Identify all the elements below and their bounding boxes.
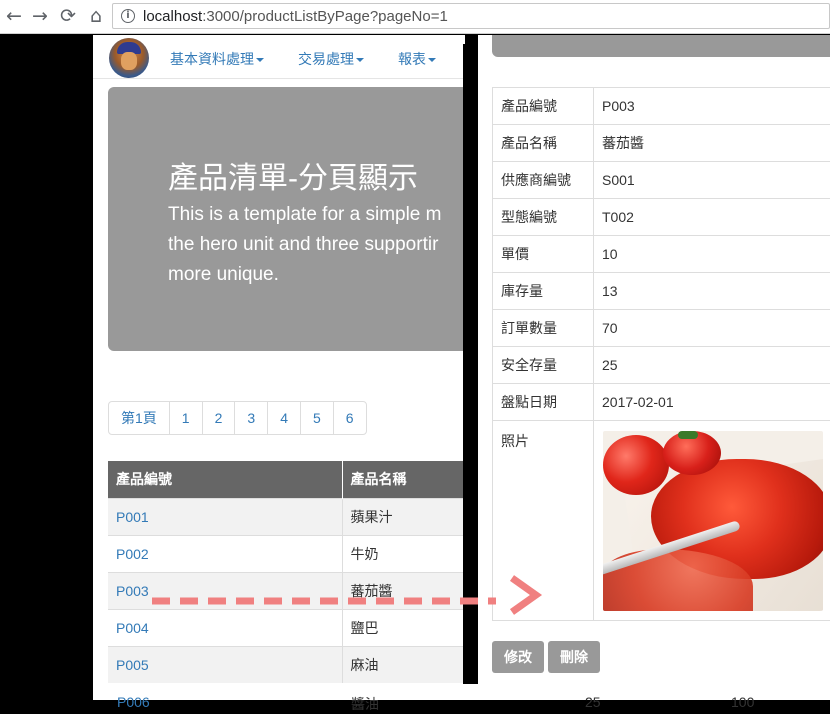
detail-value: 10 (594, 236, 830, 273)
detail-value: 70 (594, 310, 830, 347)
detail-row: 型態編號T002 (493, 199, 830, 236)
detail-value: 13 (594, 273, 830, 310)
column-header: 產品名稱 (342, 461, 465, 498)
product-id-link[interactable]: P002 (116, 546, 149, 562)
product-name-cell: 蘋果汁 (342, 498, 465, 535)
caret-down-icon (256, 58, 264, 62)
detail-value: 2017-02-01 (594, 384, 830, 421)
dashed-arrow-icon (150, 575, 550, 625)
detail-label: 安全存量 (493, 347, 594, 384)
product-id-link[interactable]: P001 (116, 509, 149, 525)
page-5[interactable]: 5 (301, 402, 334, 434)
product-id-link[interactable]: P003 (116, 583, 149, 599)
page-title: 產品清單-分頁顯示 (168, 153, 418, 197)
detail-value: T002 (594, 199, 830, 236)
detail-row: 庫存量13 (493, 273, 830, 310)
pagination: 第1頁 1 2 3 4 5 6 (108, 401, 367, 435)
table-row: P001 蘋果汁 (108, 498, 465, 535)
address-bar[interactable]: i localhost:3000/productListByPage?pageN… (112, 3, 830, 29)
page-2[interactable]: 2 (203, 402, 236, 434)
detail-label: 單價 (493, 236, 594, 273)
detail-row: 盤點日期2017-02-01 (493, 384, 830, 421)
product-name-cell: 醬油 (351, 694, 379, 714)
detail-label: 型態編號 (493, 199, 594, 236)
detail-label: 供應商編號 (493, 162, 594, 199)
left-black-strip (0, 35, 93, 700)
delete-button[interactable]: 刪除 (548, 641, 600, 673)
column-header: 產品編號 (108, 461, 342, 498)
page-3[interactable]: 3 (235, 402, 268, 434)
menu-basic-data-label: 基本資料處理 (170, 51, 254, 67)
page-1[interactable]: 1 (170, 402, 203, 434)
detail-label: 庫存量 (493, 273, 594, 310)
hero-unit: 產品清單-分頁顯示 This is a template for a simpl… (108, 87, 465, 351)
table-cell: 25 (585, 694, 601, 710)
edit-button[interactable]: 修改 (492, 641, 544, 673)
page-6[interactable]: 6 (334, 402, 366, 434)
product-id-cell: P001 (108, 498, 342, 535)
detail-value: P003 (594, 88, 830, 125)
detail-row: 安全存量25 (493, 347, 830, 384)
detail-value: 25 (594, 347, 830, 384)
detail-row: 供應商編號S001 (493, 162, 830, 199)
product-name-cell: 牛奶 (342, 535, 465, 572)
hero-line: the hero unit and three supportir (168, 230, 465, 260)
product-id-cell: P005 (108, 646, 342, 683)
hero-line: This is a template for a simple m (168, 200, 465, 230)
reload-icon[interactable]: ⟳ (56, 4, 80, 28)
detail-label: 產品名稱 (493, 125, 594, 162)
forward-arrow-icon[interactable]: → (28, 4, 52, 28)
top-navbar: 基本資料處理 交易處理 報表 (93, 35, 465, 79)
browser-toolbar: ← → ⟳ ⌂ i localhost:3000/productListByPa… (0, 0, 830, 34)
avatar[interactable] (109, 38, 149, 78)
product-id-link[interactable]: P005 (116, 657, 149, 673)
hero-line: more unique. (168, 260, 465, 290)
page-first[interactable]: 第1頁 (109, 402, 170, 434)
detail-row: 產品名稱蕃茄醬 (493, 125, 830, 162)
product-id-link[interactable]: P006 (117, 694, 150, 710)
url-host: localhost (143, 8, 202, 25)
caret-down-icon (428, 58, 436, 62)
menu-transactions-label: 交易處理 (298, 51, 354, 67)
caret-down-icon (356, 58, 364, 62)
back-arrow-icon[interactable]: ← (2, 4, 26, 28)
photo-cell (594, 421, 830, 621)
url-text[interactable]: localhost:3000/productListByPage?pageNo=… (143, 8, 448, 25)
menu-transactions[interactable]: 交易處理 (298, 49, 364, 69)
detail-value: 蕃茄醬 (594, 125, 830, 162)
product-name-cell: 麻油 (342, 646, 465, 683)
table-row-partial: P006 醬油 25 100 (93, 684, 830, 700)
url-path: :3000/productListByPage?pageNo=1 (202, 8, 448, 25)
hero-description: This is a template for a simple m the he… (168, 200, 465, 290)
table-header-row: 產品編號 產品名稱 (108, 461, 465, 498)
page-4[interactable]: 4 (268, 402, 301, 434)
table-row: P002 牛奶 (108, 535, 465, 572)
menu-basic-data[interactable]: 基本資料處理 (170, 49, 264, 69)
product-id-cell: P002 (108, 535, 342, 572)
product-detail-table: 產品編號P003 產品名稱蕃茄醬 供應商編號S001 型態編號T002 單價10… (492, 87, 830, 621)
detail-label: 產品編號 (493, 88, 594, 125)
detail-row: 訂單數量70 (493, 310, 830, 347)
home-icon[interactable]: ⌂ (84, 4, 108, 28)
detail-label: 盤點日期 (493, 384, 594, 421)
product-photo (603, 431, 823, 611)
detail-label: 訂單數量 (493, 310, 594, 347)
detail-row: 單價10 (493, 236, 830, 273)
product-id-link[interactable]: P004 (116, 620, 149, 636)
menu-reports[interactable]: 報表 (398, 49, 436, 69)
table-cell: 100 (731, 694, 754, 710)
detail-row: 產品編號P003 (493, 88, 830, 125)
menu-reports-label: 報表 (398, 51, 426, 67)
info-icon[interactable]: i (121, 9, 135, 23)
detail-value: S001 (594, 162, 830, 199)
product-table: 產品編號 產品名稱 P001 蘋果汁 P002 牛奶 P003 蕃茄醬 P004… (108, 461, 465, 683)
panel-header-bar (492, 35, 830, 57)
table-row: P005 麻油 (108, 646, 465, 683)
